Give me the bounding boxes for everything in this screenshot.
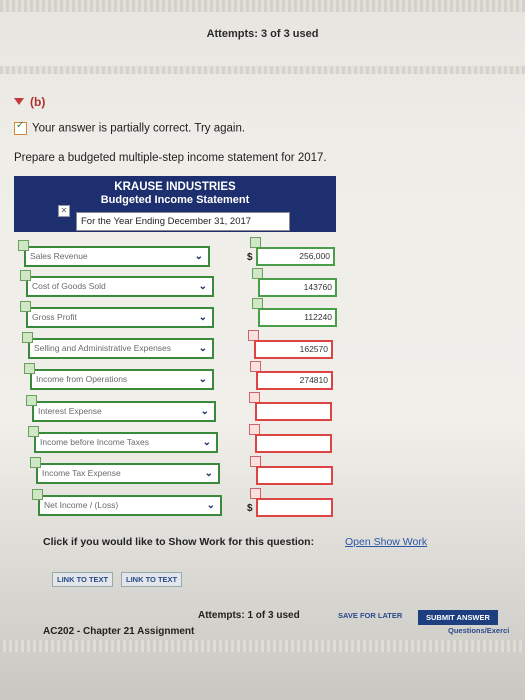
account-select[interactable]: Net Income / (Loss) ⌄ (38, 495, 222, 516)
bottom-hatch (0, 640, 525, 652)
account-label: Cost of Goods Sold (32, 281, 106, 291)
account-select[interactable]: Selling and Administrative Expenses ⌄ (28, 338, 214, 359)
chevron-down-icon: ⌄ (198, 281, 207, 292)
label-status-icon (24, 363, 35, 374)
attempts-top: Attempts: 3 of 3 used (206, 28, 319, 40)
show-work-prompt: Click if you would like to Show Work for… (43, 536, 315, 548)
section-toggle[interactable]: (b) (14, 94, 45, 109)
company-name: KRAUSE INDUSTRIES (114, 181, 236, 193)
amount-input[interactable] (255, 402, 332, 421)
account-label: Income from Operations (36, 374, 128, 384)
account-label: Income before Income Taxes (40, 437, 149, 447)
account-select[interactable]: Income before Income Taxes ⌄ (34, 432, 218, 453)
chevron-down-icon: ⌄ (293, 216, 301, 227)
amount-input[interactable]: 274810 (256, 371, 333, 390)
close-icon: ✕ (58, 205, 70, 217)
attempts-bottom: Attempts: 1 of 3 used (198, 610, 300, 621)
question-prompt: Prepare a budgeted multiple-step income … (14, 152, 327, 164)
account-label: Selling and Administrative Expenses (34, 343, 172, 353)
account-select[interactable]: Income from Operations ⌄ (30, 369, 214, 390)
label-status-icon (22, 332, 33, 343)
amount-input[interactable]: 162570 (254, 340, 333, 359)
dollar-sign: $ (247, 503, 253, 514)
chevron-down-icon: ⌄ (194, 251, 203, 262)
label-status-icon (26, 395, 37, 406)
chevron-down-icon: ⌄ (198, 312, 207, 323)
account-select[interactable]: Income Tax Expense ⌄ (36, 463, 220, 484)
assignment-title: AC202 - Chapter 21 Assignment (43, 626, 195, 637)
chevron-down-icon: ⌄ (198, 374, 207, 385)
account-select[interactable]: Sales Revenue ⌄ (24, 246, 210, 267)
label-status-icon (20, 270, 31, 281)
submit-answer-button[interactable]: SUBMIT ANSWER (418, 610, 498, 625)
period-text: For the Year Ending December 31, 2017 (81, 216, 252, 227)
questions-exercises-link[interactable]: Questions/Exerci (448, 626, 509, 635)
period-select[interactable]: For the Year Ending December 31, 2017 ⌄ (76, 212, 301, 231)
status-message: Your answer is partially correct. Try ag… (32, 122, 246, 135)
account-label: Net Income / (Loss) (44, 500, 119, 510)
partial-check-icon (14, 120, 27, 135)
label-status-icon (30, 457, 41, 468)
section-label: (b) (30, 94, 46, 109)
account-label: Sales Revenue (30, 251, 88, 261)
amount-input[interactable] (255, 434, 332, 453)
amount-input[interactable] (256, 466, 333, 485)
dollar-sign: $ (247, 252, 253, 263)
label-status-icon (18, 240, 29, 251)
answer-status: Your answer is partially correct. Try ag… (14, 120, 246, 135)
save-for-later-button[interactable]: SAVE FOR LATER (338, 611, 402, 620)
divider-hatch (0, 66, 525, 74)
label-status-icon (20, 301, 31, 312)
account-select[interactable]: Gross Profit ⌄ (26, 307, 214, 328)
account-label: Gross Profit (32, 312, 77, 322)
link-to-text-button-2[interactable]: LINK TO TEXT (121, 572, 183, 587)
account-select[interactable]: Interest Expense ⌄ (32, 401, 216, 422)
chevron-down-icon: ⌄ (204, 468, 213, 479)
account-select[interactable]: Cost of Goods Sold ⌄ (26, 276, 214, 297)
amount-input[interactable] (256, 498, 333, 517)
chevron-down-icon: ⌄ (198, 343, 207, 354)
account-label: Income Tax Expense (42, 468, 121, 478)
chevron-down-icon: ⌄ (200, 406, 209, 417)
collapse-triangle-icon (14, 98, 24, 106)
open-show-work-link[interactable]: Open Show Work (345, 536, 427, 548)
amount-input[interactable]: 256,000 (256, 247, 335, 266)
chevron-down-icon: ⌄ (202, 437, 211, 448)
amount-input[interactable]: 112240 (258, 308, 337, 327)
account-label: Interest Expense (38, 406, 102, 416)
amount-input[interactable]: 143760 (258, 278, 337, 297)
label-status-icon (28, 426, 39, 437)
label-status-icon (32, 489, 43, 500)
page-background: Attempts: 3 of 3 used (b) Your answer is… (0, 0, 525, 700)
chevron-down-icon: ⌄ (206, 500, 215, 511)
link-to-text-button-1[interactable]: LINK TO TEXT (52, 572, 114, 587)
top-hatch (0, 0, 525, 12)
